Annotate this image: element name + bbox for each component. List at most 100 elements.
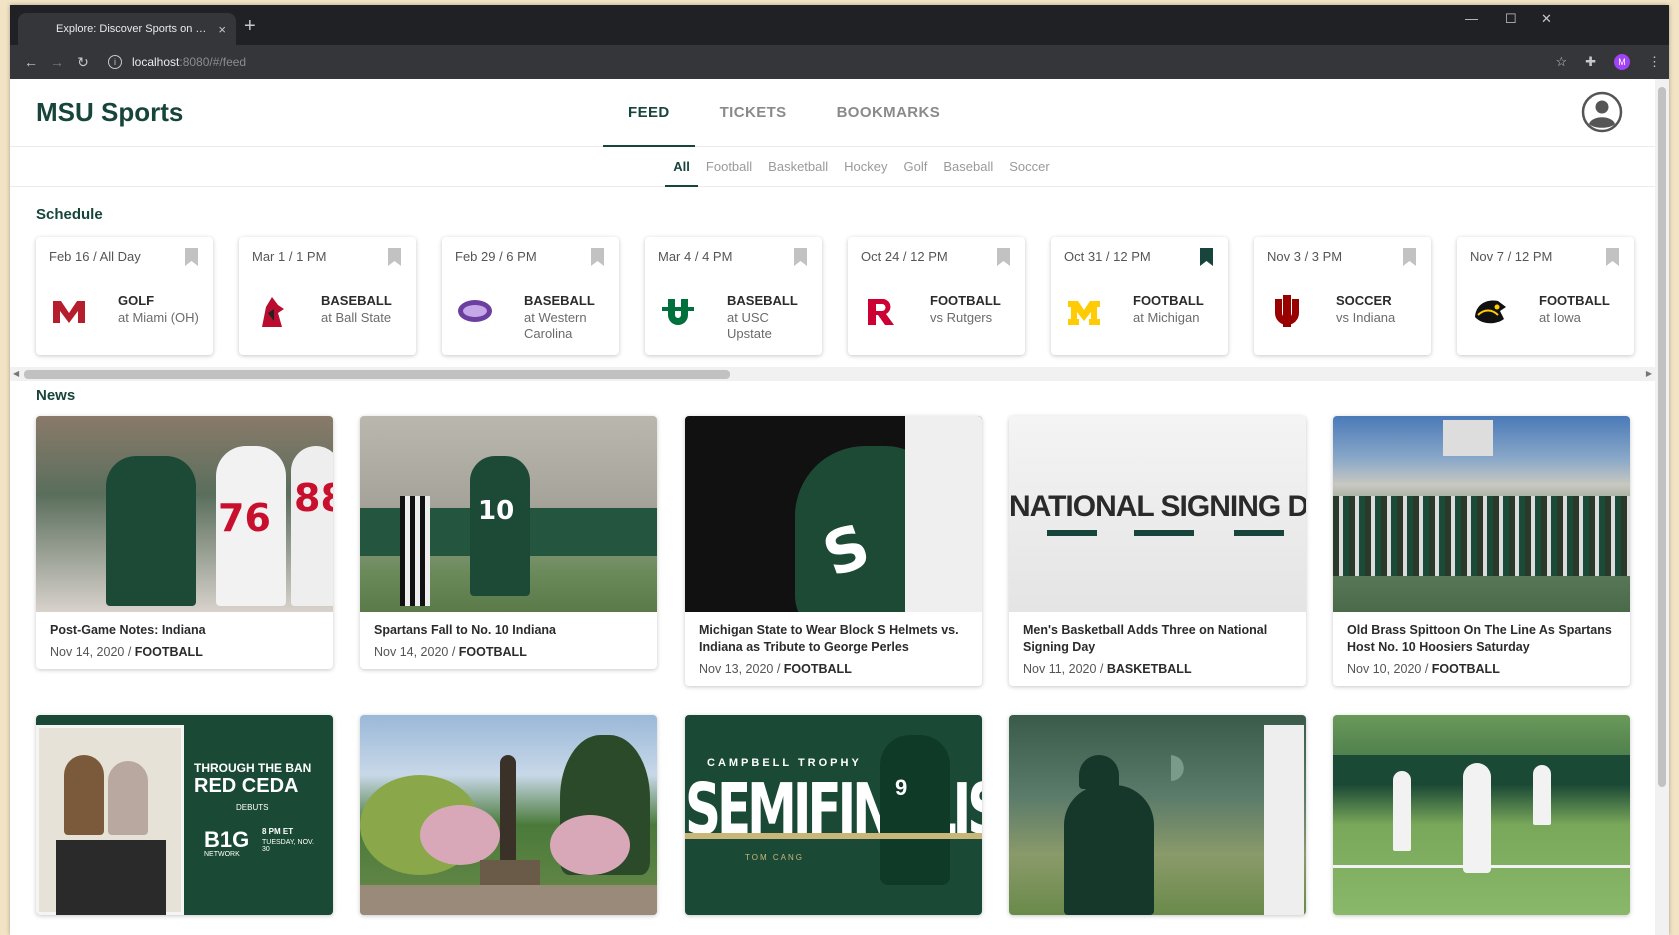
close-window-icon[interactable]: ✕ [1541, 11, 1552, 27]
reload-icon[interactable]: ↻ [70, 54, 96, 71]
back-icon[interactable]: ← [18, 54, 44, 70]
sport-filter-tabs: All Football Basketball Hockey Golf Base… [10, 147, 1655, 187]
filter-baseball[interactable]: Baseball [935, 147, 1001, 186]
news-image [360, 715, 657, 915]
schedule-card[interactable]: Feb 29 / 6 PM BASEBALL at Western Caroli… [442, 237, 619, 355]
account-icon[interactable] [1581, 91, 1623, 133]
news-date: Nov 14, 2020 [50, 645, 125, 659]
site-info-icon[interactable]: i [108, 55, 122, 69]
app: MSU Sports FEED TICKETS BOOKMARKS All Fo… [10, 79, 1655, 935]
news-card[interactable]: 10 Spartans Fall to No. 10 Indiana Nov 1… [360, 416, 657, 669]
news-meta: Nov 13, 2020 / FOOTBALL [699, 662, 968, 676]
url-path: :8080/#/feed [179, 55, 247, 69]
schedule-card[interactable]: Oct 31 / 12 PM FOOTBALL at Michigan [1051, 237, 1228, 355]
news-card[interactable] [360, 715, 657, 915]
forward-icon[interactable]: → [44, 54, 70, 70]
image-caption: THROUGH THE BAN [194, 761, 312, 775]
filter-basketball[interactable]: Basketball [760, 147, 836, 186]
schedule-scrollbar[interactable]: ◀ ▶ [10, 367, 1655, 381]
event-sport: BASEBALL [727, 293, 798, 308]
news-image: 76 88 [36, 416, 333, 612]
extensions-icon[interactable]: ✚ [1585, 54, 1596, 70]
close-tab-icon[interactable]: × [218, 22, 226, 37]
news-card[interactable] [1333, 715, 1630, 915]
news-card[interactable]: Old Brass Spittoon On The Line As Sparta… [1333, 416, 1630, 686]
news-category: BASKETBALL [1106, 662, 1192, 676]
schedule-card[interactable]: Mar 4 / 4 PM BASEBALL at USC Upstate [645, 237, 822, 355]
event-opponent: at Michigan [1133, 310, 1200, 325]
bookmark-icon[interactable] [1402, 247, 1417, 267]
event-opponent: at Miami (OH) [118, 310, 199, 325]
news-card[interactable]: NATIONAL SIGNING DAY Men's Basketball Ad… [1009, 416, 1306, 686]
filter-golf[interactable]: Golf [896, 147, 936, 186]
news-category: FOOTBALL [1431, 662, 1500, 676]
bookmark-icon[interactable] [184, 247, 199, 267]
maximize-icon[interactable]: ☐ [1505, 11, 1517, 27]
bookmark-icon[interactable] [387, 247, 402, 267]
filter-soccer[interactable]: Soccer [1001, 147, 1057, 186]
news-card[interactable]: THROUGH THE BAN RED CEDA DEBUTS B1G NETW… [36, 715, 333, 915]
browser-tab[interactable]: Explore: Discover Sports on Cam × [18, 13, 236, 45]
star-icon[interactable]: ☆ [1555, 54, 1567, 70]
page-scrollbar-thumb[interactable] [1658, 87, 1666, 787]
image-caption: B1G [204, 827, 250, 852]
schedule-card[interactable]: Oct 24 / 12 PM FOOTBALL vs Rutgers [848, 237, 1025, 355]
event-sport: GOLF [118, 293, 155, 308]
news-image: NATIONAL SIGNING DAY [1009, 416, 1306, 612]
event-sport: BASEBALL [321, 293, 392, 308]
event-sport: FOOTBALL [1539, 293, 1610, 308]
rutgers-logo [868, 299, 894, 325]
scroll-right-icon[interactable]: ▶ [1646, 367, 1652, 381]
tab-feed[interactable]: FEED [603, 79, 695, 147]
event-opponent: at Ball State [321, 310, 392, 325]
filter-all[interactable]: All [665, 147, 698, 187]
schedule-card[interactable]: Mar 1 / 1 PM BASEBALL at Ball State [239, 237, 416, 355]
url-host: localhost [132, 55, 180, 69]
news-card[interactable]: ◗ [1009, 715, 1306, 915]
image-caption: TOM CANG [745, 853, 804, 862]
scrollbar-thumb[interactable] [24, 370, 730, 379]
news-separator: / [1421, 662, 1432, 676]
news-meta: Nov 14, 2020 / FOOTBALL [374, 645, 643, 659]
minimize-icon[interactable]: — [1465, 11, 1478, 26]
bookmark-icon[interactable] [1605, 247, 1620, 267]
tab-tickets[interactable]: TICKETS [695, 79, 812, 147]
bookmark-icon[interactable] [590, 247, 605, 267]
bookmark-icon[interactable] [996, 247, 1011, 267]
signing-day-banner: NATIONAL SIGNING DAY [1009, 490, 1306, 523]
news-image [1333, 416, 1630, 612]
schedule-card[interactable]: Feb 16 / All Day GOLF at Miami (OH) [36, 237, 213, 355]
event-opponent: vs Rutgers [930, 310, 993, 325]
page-scrollbar[interactable] [1655, 79, 1669, 935]
image-caption: TUESDAY, NOV. 30 [262, 839, 315, 853]
event-date: Oct 24 / 12 PM [861, 249, 948, 264]
filter-football[interactable]: Football [698, 147, 760, 186]
news-separator: / [773, 662, 784, 676]
bookmark-icon[interactable] [793, 247, 808, 267]
event-sport: FOOTBALL [930, 293, 1001, 308]
news-category: FOOTBALL [134, 645, 203, 659]
schedule-card[interactable]: Nov 3 / 3 PM SOCCER vs Indiana [1254, 237, 1431, 355]
schedule-card[interactable]: Nov 7 / 12 PM FOOTBALL at Iowa [1457, 237, 1634, 355]
news-image: S [685, 416, 982, 612]
image-caption: CAMPBELL TROPHY [707, 757, 862, 769]
filter-hockey[interactable]: Hockey [836, 147, 895, 186]
news-title: Men's Basketball Adds Three on National … [1023, 623, 1268, 654]
news-title: Old Brass Spittoon On The Line As Sparta… [1347, 623, 1612, 654]
browser-profile-icon[interactable]: M [1614, 54, 1630, 70]
address-bar[interactable]: localhost:8080/#/feed [132, 55, 246, 69]
news-date: Nov 14, 2020 [374, 645, 449, 659]
news-card[interactable]: S Michigan State to Wear Block S Helmets… [685, 416, 982, 686]
brand-title[interactable]: MSU Sports [36, 97, 183, 128]
new-tab-icon[interactable]: + [244, 15, 256, 38]
bookmark-filled-icon[interactable] [1199, 247, 1214, 267]
event-date: Oct 31 / 12 PM [1064, 249, 1151, 264]
news-card[interactable]: 76 88 Post-Game Notes: Indiana Nov 14, 2… [36, 416, 333, 669]
news-separator: / [448, 645, 459, 659]
news-meta: Nov 10, 2020 / FOOTBALL [1347, 662, 1616, 676]
tab-bookmarks[interactable]: BOOKMARKS [812, 79, 966, 147]
scroll-left-icon[interactable]: ◀ [13, 367, 19, 381]
menu-icon[interactable]: ⋮ [1648, 54, 1661, 70]
news-card[interactable]: CAMPBELL TROPHY SEMIFINALIST TOM CANG 9 [685, 715, 982, 915]
news-image [1333, 715, 1630, 915]
